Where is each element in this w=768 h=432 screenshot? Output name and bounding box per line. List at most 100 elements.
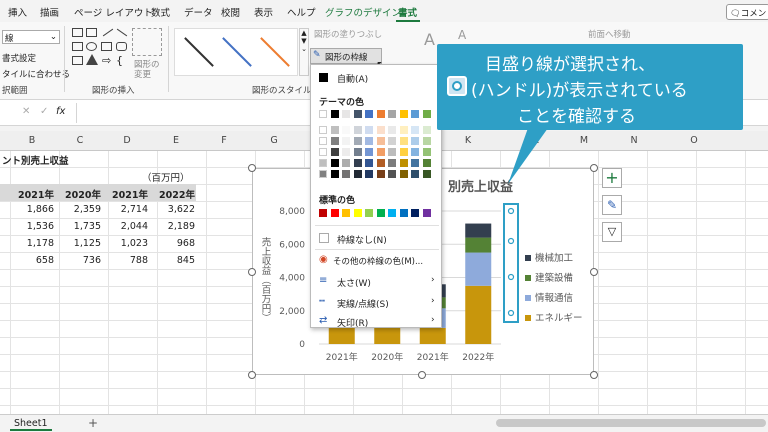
theme-color-swatch[interactable]: [319, 126, 327, 134]
theme-color-swatch[interactable]: [422, 159, 431, 167]
resize-handle[interactable]: [418, 371, 426, 379]
theme-color-swatch[interactable]: [342, 170, 350, 178]
horizontal-scrollbar[interactable]: [496, 419, 766, 427]
theme-color-swatch[interactable]: [365, 148, 373, 156]
format-selection-button[interactable]: 書式設定: [2, 52, 36, 64]
rectangle-shape-icon[interactable]: [72, 56, 83, 65]
bring-forward-button[interactable]: 前面へ移動: [588, 28, 631, 40]
theme-color-swatch[interactable]: [399, 170, 408, 178]
textbox-shape-icon[interactable]: [72, 28, 83, 37]
theme-color-swatch[interactable]: [388, 170, 396, 178]
theme-color-swatch[interactable]: [365, 110, 373, 118]
theme-color-swatch[interactable]: [353, 170, 362, 178]
theme-color-swatch[interactable]: [342, 159, 350, 167]
theme-color-swatch[interactable]: [422, 148, 431, 156]
theme-color-swatch[interactable]: [399, 110, 408, 118]
cancel-icon[interactable]: ✕: [22, 106, 30, 117]
arrow-shape-icon[interactable]: ⇨: [102, 54, 111, 67]
table-header-cell[interactable]: 2022年: [151, 187, 195, 201]
tab-formulas[interactable]: 数式: [151, 5, 170, 19]
theme-color-swatch[interactable]: [330, 137, 339, 145]
table-header-cell[interactable]: 2020年: [57, 187, 101, 201]
theme-color-swatch[interactable]: [330, 159, 339, 167]
more-outline-colors-option[interactable]: その他の枠線の色(M)...: [333, 255, 423, 267]
table-cell[interactable]: 1,178: [10, 238, 54, 249]
theme-color-swatch[interactable]: [342, 148, 350, 156]
rounded-rectangle-shape-icon[interactable]: [116, 42, 127, 51]
standard-color-swatch[interactable]: [330, 209, 339, 217]
column-header[interactable]: M: [574, 135, 594, 146]
dashes-option[interactable]: 実線/点線(S): [337, 297, 389, 310]
standard-color-swatch[interactable]: [376, 209, 385, 217]
standard-color-swatch[interactable]: [319, 209, 327, 217]
table-cell[interactable]: 968: [151, 238, 195, 249]
rectangle-shape-icon[interactable]: [101, 42, 112, 51]
theme-color-swatch[interactable]: [411, 159, 419, 167]
theme-color-swatch[interactable]: [411, 148, 419, 156]
table-cell[interactable]: 2,044: [104, 221, 148, 232]
theme-color-swatch[interactable]: [399, 126, 408, 134]
standard-color-swatch[interactable]: [342, 209, 350, 217]
tab-review[interactable]: 校閲: [221, 5, 240, 19]
column-header[interactable]: K: [458, 135, 478, 146]
theme-color-swatch[interactable]: [319, 110, 327, 118]
theme-color-swatch[interactable]: [330, 148, 339, 156]
column-header[interactable]: F: [214, 135, 234, 146]
brace-shape-icon[interactable]: {: [116, 54, 123, 67]
theme-color-swatch[interactable]: [365, 137, 373, 145]
table-cell[interactable]: 3,622: [151, 204, 195, 215]
theme-color-swatch[interactable]: [342, 110, 350, 118]
shape-outline-button[interactable]: ✎ 図形の枠線: [310, 48, 382, 64]
column-header[interactable]: D: [117, 135, 137, 146]
standard-color-swatch[interactable]: [388, 209, 396, 217]
table-header-cell[interactable]: 2021年: [10, 187, 54, 201]
theme-color-swatch[interactable]: [353, 159, 362, 167]
theme-color-swatch[interactable]: [422, 170, 431, 178]
column-header[interactable]: O: [684, 135, 704, 146]
tab-page-layout[interactable]: ページ レイアウト: [74, 5, 153, 19]
table-unit[interactable]: （百万円）: [142, 170, 190, 184]
theme-color-swatch[interactable]: [376, 148, 385, 156]
automatic-color-option[interactable]: 自動(A): [337, 72, 368, 85]
style-gallery-scroll[interactable]: ▲ ▼ ⌄: [299, 28, 309, 76]
shape-change-button[interactable]: 図形の変更: [134, 60, 164, 80]
theme-color-swatch[interactable]: [399, 159, 408, 167]
standard-color-swatch[interactable]: [422, 209, 431, 217]
table-header-cell[interactable]: 2021年: [104, 187, 148, 201]
resize-handle[interactable]: [590, 164, 598, 172]
theme-color-swatch[interactable]: [319, 170, 327, 178]
theme-color-swatch[interactable]: [388, 126, 396, 134]
line-style-dark[interactable]: [184, 37, 214, 67]
theme-color-swatch[interactable]: [353, 148, 362, 156]
triangle-shape-icon[interactable]: [86, 54, 98, 65]
column-header[interactable]: E: [166, 135, 186, 146]
theme-color-swatch[interactable]: [399, 148, 408, 156]
text-outline-icon[interactable]: A: [458, 28, 466, 42]
theme-color-swatch[interactable]: [319, 159, 327, 167]
no-outline-option[interactable]: 枠線なし(N): [337, 233, 387, 246]
shapes-gallery[interactable]: ⇨ {: [72, 28, 130, 74]
theme-color-swatch[interactable]: [376, 126, 385, 134]
resize-handle[interactable]: [590, 371, 598, 379]
line-style-orange[interactable]: [260, 37, 290, 67]
theme-color-swatch[interactable]: [330, 110, 339, 118]
line-shape-icon[interactable]: [116, 28, 128, 37]
check-icon[interactable]: ✓: [40, 106, 48, 117]
theme-color-swatch[interactable]: [388, 159, 396, 167]
weight-option[interactable]: 太さ(W): [337, 276, 371, 289]
arrows-option[interactable]: 矢印(R): [337, 316, 368, 329]
column-header[interactable]: B: [22, 135, 42, 146]
theme-color-swatch[interactable]: [422, 137, 431, 145]
theme-color-swatch[interactable]: [422, 110, 431, 118]
table-cell[interactable]: 2,359: [57, 204, 101, 215]
oval-shape-icon[interactable]: [86, 42, 97, 51]
theme-color-swatch[interactable]: [342, 137, 350, 145]
tab-format[interactable]: 書式: [398, 5, 417, 19]
shape-change-icon[interactable]: [132, 28, 162, 56]
theme-color-swatch[interactable]: [353, 126, 362, 134]
theme-color-swatch[interactable]: [376, 159, 385, 167]
shape-style-gallery[interactable]: [174, 28, 298, 76]
chart-elements-plus-icon[interactable]: +: [602, 168, 622, 188]
tab-chart-design[interactable]: グラフのデザイン: [325, 5, 401, 19]
standard-color-swatch[interactable]: [411, 209, 419, 217]
